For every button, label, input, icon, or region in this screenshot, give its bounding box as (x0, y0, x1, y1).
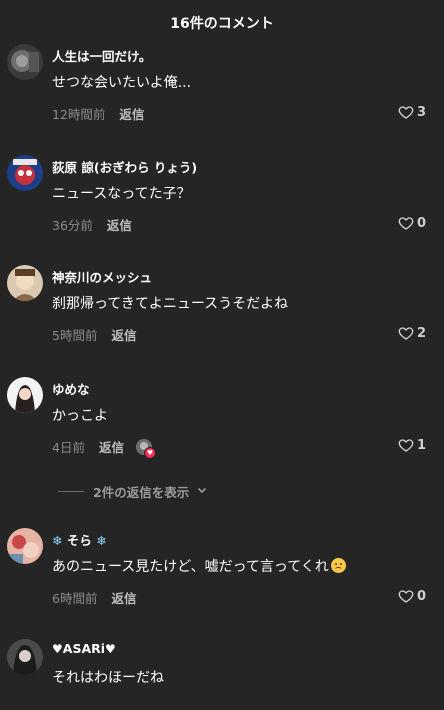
comment-time: 4日前 (52, 440, 85, 455)
comment-username[interactable]: ゆめな (52, 379, 90, 398)
like-button[interactable]: 1 (398, 437, 426, 453)
creator-liked-badge: ♥ (135, 438, 156, 459)
avatar[interactable] (7, 44, 43, 80)
comment-text: あのニュース見たけど、嘘だって言ってくれ (52, 556, 346, 576)
divider-line (58, 491, 84, 492)
view-replies-button[interactable]: 2件の返信を表示 (58, 482, 207, 501)
like-count: 0 (416, 215, 426, 231)
comment-item: 人生は一回だけ。 せつな会いたいよ俺... 12時間前 返信 3 (0, 44, 444, 154)
reply-button[interactable]: 返信 (111, 325, 136, 344)
heart-outline-icon (398, 327, 414, 340)
comment-username[interactable]: 荻原 諒(おぎわら りょう) (52, 157, 197, 176)
chevron-down-icon (197, 485, 207, 498)
avatar[interactable] (7, 377, 43, 413)
comment-text-body: あのニュース見たけど、嘘だって言ってくれ (52, 559, 329, 575)
like-count: 0 (416, 588, 426, 604)
comment-meta: 12時間前 返信 (52, 104, 144, 123)
comment-meta: 6時間前 返信 (52, 588, 136, 607)
comment-username-text: ASARi (62, 641, 106, 656)
heart-outline-icon (398, 590, 414, 603)
heart-icon: ♥ (105, 642, 116, 656)
comment-time: 36分前 (52, 218, 93, 233)
heart-badge-icon: ♥ (143, 446, 156, 459)
snowflake-icon: ❄ (52, 533, 63, 548)
heart-outline-icon (398, 106, 414, 119)
like-button[interactable]: 0 (398, 588, 426, 604)
like-count: 3 (416, 104, 426, 120)
crying-face-icon (330, 558, 346, 573)
heart-icon: ♥ (52, 642, 63, 656)
like-button[interactable]: 2 (398, 325, 426, 341)
comment-item: 神奈川のメッシュ 刹那帰ってきてよニュースうそだよね 5時間前 返信 2 (0, 265, 444, 375)
comments-header: 16件のコメント (0, 0, 444, 40)
view-replies-label: 2件の返信を表示 (93, 485, 190, 500)
reply-button[interactable]: 返信 (99, 437, 124, 456)
avatar[interactable] (7, 155, 43, 191)
snowflake-icon: ❄ (96, 533, 107, 548)
comment-item: ♥ASARi♥ それはわほーだね (0, 639, 444, 710)
comment-text: せつな会いたいよ俺... (52, 75, 192, 91)
comment-username[interactable]: 神奈川のメッシュ (52, 267, 152, 286)
comment-item: ゆめな かっこよ 4日前 返信 ♥ 1 (0, 377, 444, 487)
comment-text: それはわほーだね (52, 670, 164, 686)
comment-username[interactable]: 人生は一回だけ。 (52, 46, 151, 65)
comment-text: かっこよ (52, 408, 108, 424)
comment-text: 刹那帰ってきてよニュースうそだよね (52, 296, 289, 312)
heart-outline-icon (398, 217, 414, 230)
comment-username[interactable]: ♥ASARi♥ (52, 641, 116, 656)
like-button[interactable]: 3 (398, 104, 426, 120)
reply-button[interactable]: 返信 (111, 588, 136, 607)
comment-meta: 4日前 返信 ♥ (52, 437, 156, 459)
comment-item: 荻原 諒(おぎわら りょう) ニュースなってた子？ 36分前 返信 0 (0, 155, 444, 265)
reply-button[interactable]: 返信 (107, 215, 132, 234)
comment-count-title: 16件のコメント (170, 16, 274, 32)
comment-text: ニュースなってた子？ (52, 186, 191, 202)
reply-button[interactable]: 返信 (119, 104, 144, 123)
avatar[interactable] (7, 639, 43, 675)
avatar[interactable] (7, 528, 43, 564)
comment-item: ❄ そら ❄ あのニュース見たけど、嘘だって言ってくれ 6時間前 返信 0 (0, 528, 444, 638)
heart-outline-icon (398, 439, 414, 452)
avatar[interactable] (7, 265, 43, 301)
like-button[interactable]: 0 (398, 215, 426, 231)
like-count: 1 (416, 437, 426, 453)
comment-time: 12時間前 (52, 107, 106, 122)
comment-meta: 5時間前 返信 (52, 325, 136, 344)
comment-time: 6時間前 (52, 591, 98, 606)
like-count: 2 (416, 325, 426, 341)
comment-username-text: そら (66, 533, 92, 548)
comment-username[interactable]: ❄ そら ❄ (52, 530, 107, 549)
comment-meta: 36分前 返信 (52, 215, 132, 234)
comment-time: 5時間前 (52, 328, 98, 343)
